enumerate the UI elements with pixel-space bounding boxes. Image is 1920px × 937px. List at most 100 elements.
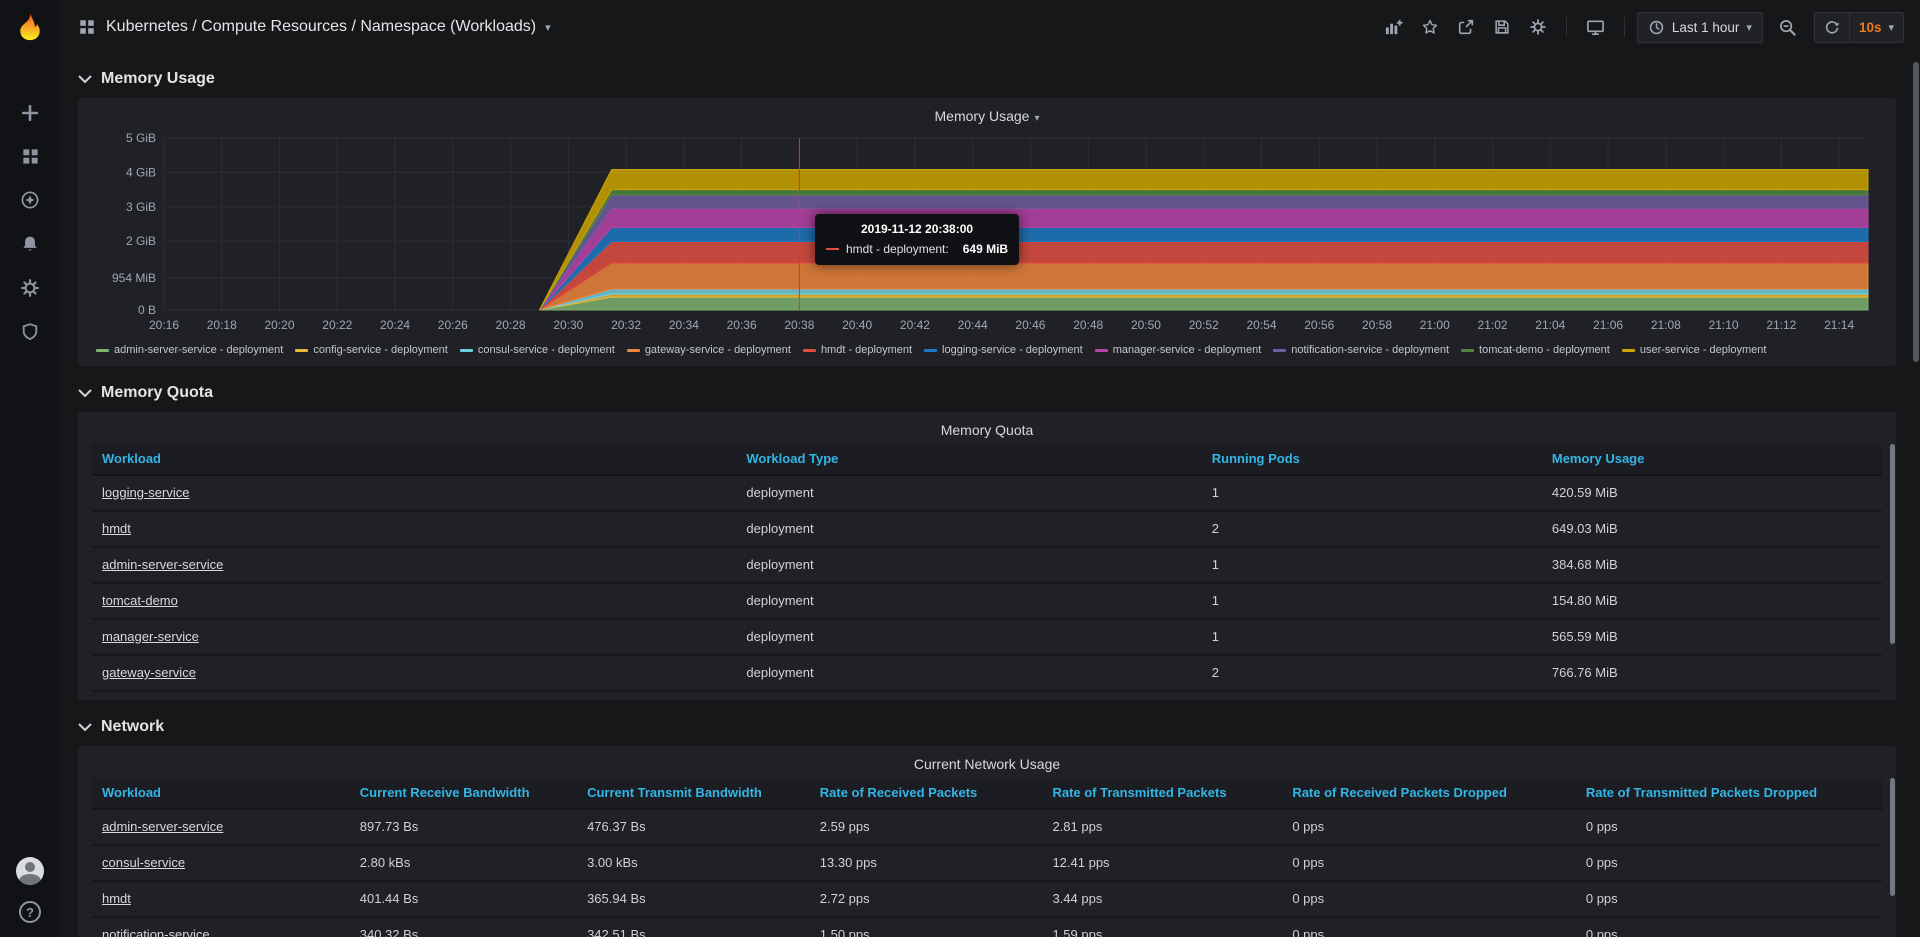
- table-scrollbar[interactable]: [1889, 444, 1896, 660]
- legend-label: manager-service - deployment: [1113, 344, 1262, 356]
- svg-text:20:58: 20:58: [1362, 318, 1392, 332]
- table-row: gateway-servicedeployment2766.76 MiB: [92, 656, 1882, 692]
- alerting-bell-icon[interactable]: [0, 222, 60, 266]
- svg-text:20:18: 20:18: [207, 318, 237, 332]
- column-header-rate-of-transmitted-packets[interactable]: Rate of Transmitted Packets: [1042, 778, 1282, 808]
- svg-text:20:36: 20:36: [727, 318, 757, 332]
- panel-title-network[interactable]: Current Network Usage: [92, 752, 1882, 778]
- column-header-workload[interactable]: Workload: [92, 444, 736, 474]
- dashboard-grid-icon[interactable]: [78, 18, 96, 36]
- table-cell: 342.51 Bs: [577, 918, 810, 937]
- create-plus-icon[interactable]: [0, 91, 60, 135]
- sidebar-bottom: ?: [16, 857, 44, 923]
- table-cell: 365.94 Bs: [577, 882, 810, 916]
- workload-link[interactable]: manager-service: [102, 629, 199, 644]
- app-root: ? Kubernetes / Compute Resources / Names…: [0, 0, 1920, 937]
- workload-link[interactable]: notification-service: [102, 927, 210, 937]
- cycle-view-monitor-icon[interactable]: [1579, 12, 1612, 43]
- svg-text:20:30: 20:30: [553, 318, 583, 332]
- section-memory-usage[interactable]: Memory Usage: [78, 62, 1896, 96]
- table-cell: 154.80 MiB: [1542, 584, 1882, 618]
- workload-link[interactable]: logging-service: [102, 485, 189, 500]
- chart-area[interactable]: 20:1620:1820:2020:2220:2420:2620:2820:30…: [92, 130, 1882, 341]
- memory-usage-panel: Memory Usage▾ 20:1620:1820:2020:2220:242…: [78, 98, 1896, 366]
- section-title: Memory Quota: [101, 384, 213, 402]
- dashboards-grid-icon[interactable]: [0, 135, 60, 178]
- server-admin-shield-icon[interactable]: [0, 310, 60, 354]
- grafana-logo-icon[interactable]: [15, 12, 45, 47]
- help-question-icon[interactable]: ?: [19, 901, 41, 923]
- legend-label: gateway-service - deployment: [645, 344, 791, 356]
- user-avatar[interactable]: [16, 857, 44, 885]
- workload-link[interactable]: admin-server-service: [102, 557, 223, 572]
- legend-item[interactable]: manager-service - deployment: [1095, 344, 1262, 356]
- column-header-running-pods[interactable]: Running Pods: [1202, 444, 1542, 474]
- svg-text:0 B: 0 B: [138, 303, 156, 317]
- column-header-workload-type[interactable]: Workload Type: [736, 444, 1201, 474]
- sidebar: ?: [0, 0, 60, 937]
- workload-link[interactable]: tomcat-demo: [102, 593, 178, 608]
- star-button[interactable]: [1414, 12, 1446, 42]
- section-network[interactable]: Network: [78, 710, 1896, 744]
- dashboard-body: Memory Usage Memory Usage▾ 20:1620:1820:…: [60, 54, 1920, 937]
- caret-down-icon: ▾: [1888, 21, 1894, 34]
- breadcrumb[interactable]: Kubernetes / Compute Resources / Namespa…: [106, 18, 551, 36]
- memory-quota-table: WorkloadWorkload TypeRunning PodsMemory …: [92, 444, 1882, 692]
- column-header-rate-of-received-packets[interactable]: Rate of Received Packets: [810, 778, 1043, 808]
- table-cell: 3.00 kBs: [577, 846, 810, 880]
- workload-link[interactable]: hmdt: [102, 521, 131, 536]
- svg-text:20:52: 20:52: [1189, 318, 1219, 332]
- table-cell: deployment: [736, 476, 1201, 510]
- column-header-rate-of-received-packets-dropped[interactable]: Rate of Received Packets Dropped: [1282, 778, 1576, 808]
- workload-link[interactable]: consul-service: [102, 855, 185, 870]
- dashboard-settings-gear-icon[interactable]: [1522, 12, 1554, 42]
- section-memory-quota[interactable]: Memory Quota: [78, 376, 1896, 410]
- table-scrollbar[interactable]: [1889, 778, 1896, 922]
- column-header-rate-of-transmitted-packets-dropped[interactable]: Rate of Transmitted Packets Dropped: [1576, 778, 1882, 808]
- svg-text:20:22: 20:22: [322, 318, 352, 332]
- share-button[interactable]: [1450, 12, 1482, 42]
- workload-link[interactable]: admin-server-service: [102, 819, 223, 834]
- svg-text:21:14: 21:14: [1824, 318, 1854, 332]
- legend-item[interactable]: config-service - deployment: [295, 344, 448, 356]
- configuration-gear-icon[interactable]: [0, 266, 60, 310]
- page-scrollbar[interactable]: [1912, 54, 1920, 937]
- table-cell: 1: [1202, 548, 1542, 582]
- legend-item[interactable]: tomcat-demo - deployment: [1461, 344, 1610, 356]
- svg-text:20:34: 20:34: [669, 318, 699, 332]
- column-header-current-transmit-bandwidth[interactable]: Current Transmit Bandwidth: [577, 778, 810, 808]
- legend-item[interactable]: user-service - deployment: [1622, 344, 1767, 356]
- column-header-workload[interactable]: Workload: [92, 778, 350, 808]
- table-row: logging-servicedeployment1420.59 MiB: [92, 476, 1882, 512]
- save-button[interactable]: [1486, 12, 1518, 42]
- legend-color-dash: [627, 349, 640, 352]
- network-panel: Current Network Usage WorkloadCurrent Re…: [78, 746, 1896, 937]
- table-cell: 0 pps: [1282, 846, 1576, 880]
- column-header-current-receive-bandwidth[interactable]: Current Receive Bandwidth: [350, 778, 577, 808]
- panel-title-memory-usage[interactable]: Memory Usage▾: [92, 104, 1882, 130]
- refresh-button[interactable]: [1814, 12, 1849, 43]
- panel-title-memory-quota[interactable]: Memory Quota: [92, 418, 1882, 444]
- time-range-picker[interactable]: Last 1 hour ▾: [1637, 12, 1763, 43]
- table-row: manager-servicedeployment1565.59 MiB: [92, 620, 1882, 656]
- legend-item[interactable]: consul-service - deployment: [460, 344, 615, 356]
- explore-compass-icon[interactable]: [0, 178, 60, 222]
- legend-item[interactable]: gateway-service - deployment: [627, 344, 791, 356]
- legend-color-dash: [1622, 349, 1635, 352]
- legend-item[interactable]: admin-server-service - deployment: [96, 344, 283, 356]
- workload-link[interactable]: gateway-service: [102, 665, 196, 680]
- svg-text:20:28: 20:28: [496, 318, 526, 332]
- legend-item[interactable]: notification-service - deployment: [1273, 344, 1449, 356]
- zoom-out-button[interactable]: [1771, 12, 1804, 43]
- column-header-memory-usage[interactable]: Memory Usage: [1542, 444, 1882, 474]
- workload-link[interactable]: hmdt: [102, 891, 131, 906]
- breadcrumb-label: Kubernetes / Compute Resources / Namespa…: [106, 18, 536, 36]
- tooltip-value: 649 MiB: [963, 242, 1008, 256]
- legend-item[interactable]: hmdt - deployment: [803, 344, 912, 356]
- refresh-interval-picker[interactable]: 10s ▾: [1849, 12, 1904, 43]
- sidebar-nav: [0, 91, 60, 354]
- legend-item[interactable]: logging-service - deployment: [924, 344, 1083, 356]
- caret-down-icon: ▾: [545, 21, 551, 34]
- refresh-picker: 10s ▾: [1814, 12, 1904, 43]
- add-panel-button[interactable]: [1377, 12, 1410, 43]
